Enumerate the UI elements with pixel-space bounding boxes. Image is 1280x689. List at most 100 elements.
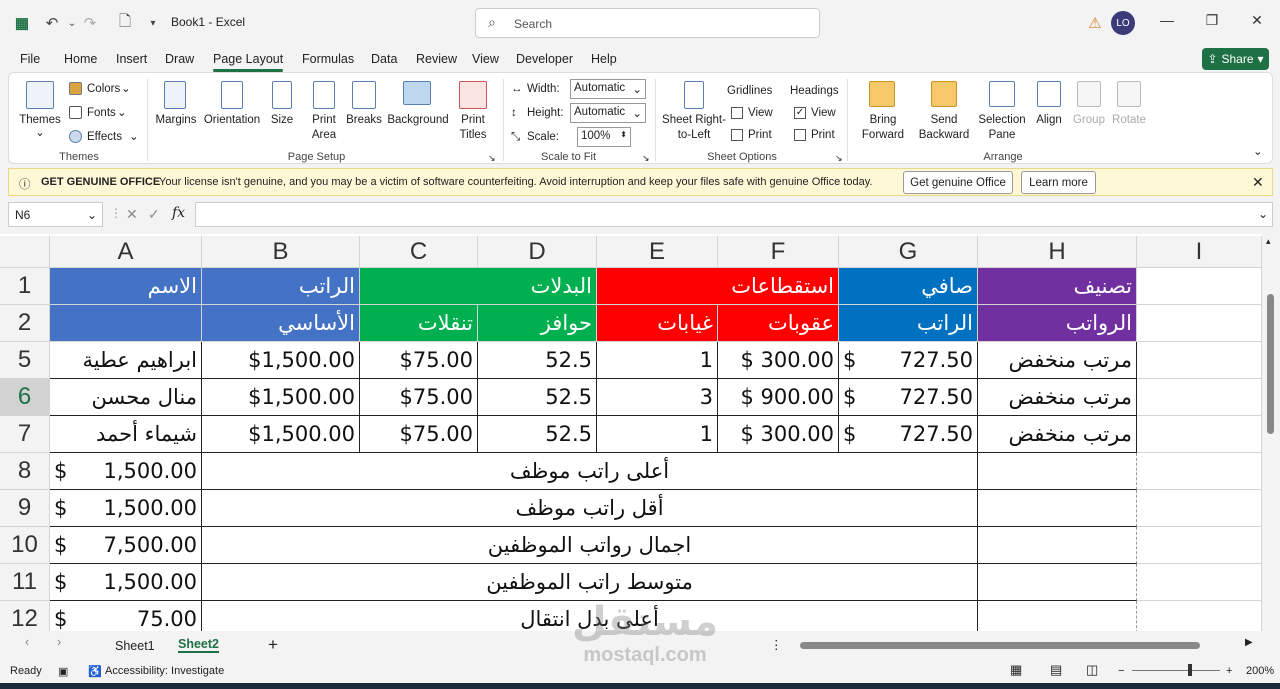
- column-header-d[interactable]: D: [478, 236, 597, 268]
- cell-g2-net-salary-header[interactable]: الراتب: [839, 305, 978, 342]
- next-sheet-icon[interactable]: ›: [57, 635, 61, 649]
- row-header-10[interactable]: 10: [0, 527, 50, 564]
- cell-summary-label[interactable]: اجمال رواتب الموظفين: [202, 527, 978, 564]
- cell-salary-class[interactable]: مرتب منخفض: [978, 342, 1137, 379]
- zoom-slider[interactable]: [1132, 670, 1220, 671]
- tab-page-layout[interactable]: Page Layout: [213, 52, 284, 72]
- scale-input[interactable]: 100% ⬍: [577, 127, 631, 147]
- cell-column-i[interactable]: [1137, 527, 1262, 564]
- row-header-5[interactable]: 5: [0, 342, 50, 379]
- tab-draw[interactable]: Draw: [165, 52, 194, 66]
- column-header-i[interactable]: I: [1137, 236, 1262, 268]
- column-header-b[interactable]: B: [202, 236, 360, 268]
- scroll-up-icon[interactable]: ▴: [1266, 236, 1271, 247]
- headings-print-checkbox[interactable]: [794, 129, 806, 141]
- cell-basic-salary[interactable]: $1,500.00: [202, 379, 360, 416]
- formula-input[interactable]: ⌄: [195, 202, 1273, 227]
- cell-b1-salary-header[interactable]: الراتب: [202, 268, 360, 305]
- search-box[interactable]: ⌕ Search: [475, 8, 820, 38]
- scroll-right-icon[interactable]: ▶: [1245, 637, 1253, 648]
- cell-column-i[interactable]: [1137, 342, 1262, 379]
- rotate-button[interactable]: Rotate: [1111, 113, 1147, 127]
- cell-employee-name[interactable]: منال محسن: [50, 379, 202, 416]
- row-header-12[interactable]: 12: [0, 601, 50, 631]
- cell-column-i[interactable]: [1137, 416, 1262, 453]
- cell-g1-net-header[interactable]: صافي: [839, 268, 978, 305]
- customize-toolbar-icon[interactable]: ▾: [143, 13, 163, 33]
- get-genuine-office-button[interactable]: Get genuine Office: [903, 171, 1013, 194]
- breaks-button[interactable]: Breaks: [345, 113, 383, 127]
- cell-b2-basic-header[interactable]: الأساسي: [202, 305, 360, 342]
- select-all-corner[interactable]: [0, 236, 50, 268]
- cell-h1-class-header[interactable]: تصنيف: [978, 268, 1137, 305]
- cell-summary-value[interactable]: $1,500.00: [50, 564, 202, 601]
- cell-summary-value[interactable]: $1,500.00: [50, 490, 202, 527]
- cell-penalties[interactable]: $ 900.00: [718, 379, 839, 416]
- cell-net-salary[interactable]: $727.50: [839, 379, 978, 416]
- cell-absences[interactable]: 1: [597, 342, 718, 379]
- print-titles-button[interactable]: Print: [455, 113, 491, 127]
- cell-column-i[interactable]: [1137, 305, 1262, 342]
- page-layout-view-icon[interactable]: ▤: [1050, 662, 1062, 678]
- colors-button[interactable]: Colors: [87, 82, 120, 96]
- row-header-7[interactable]: 7: [0, 416, 50, 453]
- group-button[interactable]: Group: [1071, 113, 1107, 127]
- page-break-view-icon[interactable]: ◫: [1086, 662, 1098, 678]
- close-icon[interactable]: ✕: [1252, 174, 1264, 191]
- tab-insert[interactable]: Insert: [116, 52, 147, 66]
- column-header-e[interactable]: E: [597, 236, 718, 268]
- warning-icon[interactable]: ⚠: [1085, 13, 1105, 33]
- share-button[interactable]: ⇪ Share ▾: [1202, 48, 1269, 70]
- cell-absences[interactable]: 3: [597, 379, 718, 416]
- sheet-options-launcher-icon[interactable]: ↘: [835, 151, 843, 165]
- tab-help[interactable]: Help: [591, 52, 617, 66]
- sheet-rtl-button[interactable]: Sheet Right-: [659, 113, 729, 127]
- row-header-8[interactable]: 8: [0, 453, 50, 490]
- orientation-button[interactable]: Orientation: [201, 113, 263, 127]
- cell-salary-class[interactable]: مرتب منخفض: [978, 379, 1137, 416]
- new-file-icon[interactable]: 🗋: [115, 13, 135, 33]
- vertical-scroll-thumb[interactable]: [1267, 294, 1274, 434]
- margins-button[interactable]: Margins: [155, 113, 197, 127]
- cell-summary-value[interactable]: $1,500.00: [50, 453, 202, 490]
- tab-home[interactable]: Home: [64, 52, 97, 66]
- column-header-c[interactable]: C: [360, 236, 478, 268]
- cell-summary-label[interactable]: أقل راتب موظف: [202, 490, 978, 527]
- redo-icon[interactable]: ↷: [80, 13, 100, 33]
- sheet-tab-sheet2[interactable]: Sheet2: [178, 637, 219, 653]
- row-header-9[interactable]: 9: [0, 490, 50, 527]
- tab-developer[interactable]: Developer: [516, 52, 573, 66]
- sheet-tab-sheet1[interactable]: Sheet1: [115, 639, 155, 653]
- name-box[interactable]: N6 ⌄: [8, 202, 103, 227]
- tab-formulas[interactable]: Formulas: [302, 52, 354, 66]
- cell-d2-incentives-header[interactable]: حوافز: [478, 305, 597, 342]
- zoom-out-icon[interactable]: −: [1118, 665, 1124, 677]
- tab-data[interactable]: Data: [371, 52, 397, 66]
- cell-column-i[interactable]: [1137, 564, 1262, 601]
- page-setup-launcher-icon[interactable]: ↘: [488, 151, 496, 165]
- zoom-level[interactable]: 200%: [1246, 665, 1274, 677]
- cell-employee-name[interactable]: شيماء أحمد: [50, 416, 202, 453]
- cell-summary-label[interactable]: متوسط راتب الموظفين: [202, 564, 978, 601]
- row-header-2[interactable]: 2: [0, 305, 50, 342]
- effects-button[interactable]: Effects: [87, 130, 122, 144]
- cell-column-i[interactable]: [1137, 601, 1262, 631]
- row-header-11[interactable]: 11: [0, 564, 50, 601]
- fonts-button[interactable]: Fonts: [87, 106, 116, 120]
- cell-summary-value[interactable]: $7,500.00: [50, 527, 202, 564]
- cell-a1-name-header[interactable]: الاسم: [50, 268, 202, 305]
- accessibility-status[interactable]: Accessibility: Investigate: [105, 665, 224, 677]
- cell-incentives[interactable]: 52.5: [478, 416, 597, 453]
- cell-column-i[interactable]: [1137, 490, 1262, 527]
- height-select[interactable]: Automatic ⌄: [570, 103, 646, 123]
- cell-c2-transport-header[interactable]: تنقلات: [360, 305, 478, 342]
- tab-review[interactable]: Review: [416, 52, 457, 66]
- column-header-a[interactable]: A: [50, 236, 202, 268]
- themes-button[interactable]: Themes: [17, 113, 63, 127]
- cell-penalties[interactable]: $ 300.00: [718, 342, 839, 379]
- minimize-icon[interactable]: —: [1155, 12, 1179, 32]
- add-sheet-icon[interactable]: +: [268, 635, 278, 655]
- gridlines-view-checkbox[interactable]: [731, 107, 743, 119]
- collapse-ribbon-icon[interactable]: ⌄: [1253, 145, 1263, 159]
- cell-a2[interactable]: [50, 305, 202, 342]
